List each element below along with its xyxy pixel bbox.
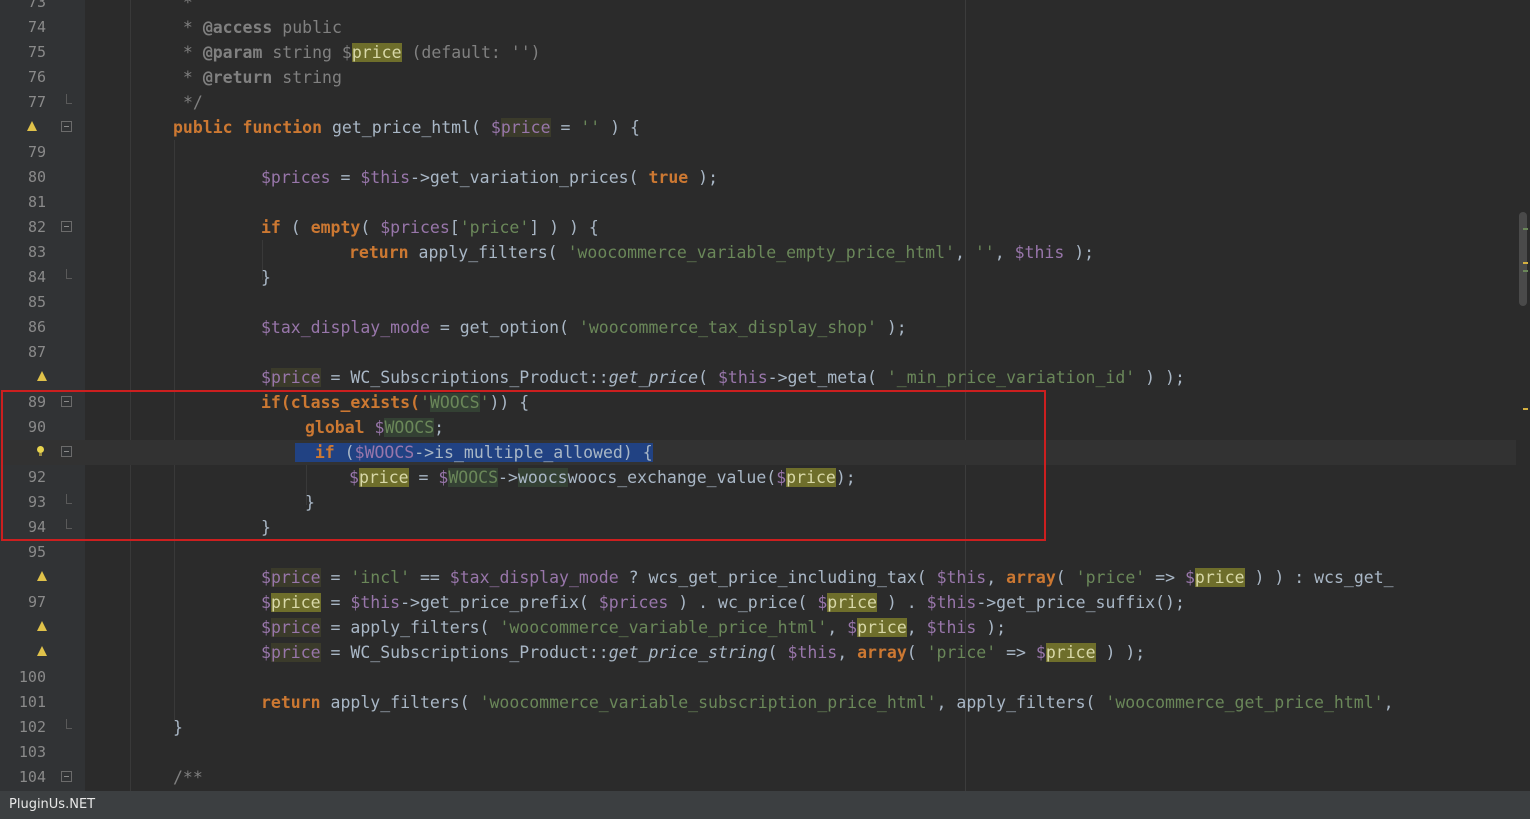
warning-icon[interactable] <box>27 121 37 131</box>
code-line[interactable]: 104 /** <box>0 765 1530 790</box>
line-number: 102 <box>18 718 46 736</box>
code-line[interactable]: 100 <box>0 665 1530 690</box>
line-number: 79 <box>27 143 46 161</box>
line-number: 104 <box>18 768 46 786</box>
error-stripe-marker[interactable] <box>1523 228 1528 230</box>
warning-icon[interactable] <box>37 371 47 381</box>
line-number: 82 <box>27 218 46 236</box>
code-line[interactable]: 76 * @return string <box>0 65 1530 90</box>
line-number: 86 <box>27 318 46 336</box>
fold-toggle-icon[interactable] <box>61 221 72 232</box>
line-number: 73 <box>27 0 46 11</box>
error-stripe-marker[interactable] <box>1523 270 1528 272</box>
code-line[interactable]: 83 return apply_filters( 'woocommerce_va… <box>0 240 1530 265</box>
line-number: 83 <box>27 243 46 261</box>
line-number: 84 <box>27 268 46 286</box>
code-line[interactable]: 86 $tax_display_mode = get_option( 'wooc… <box>0 315 1530 340</box>
code-line[interactable]: 101 return apply_filters( 'woocommerce_v… <box>0 690 1530 715</box>
code-line[interactable]: 97 $price = $this->get_price_prefix( $pr… <box>0 590 1530 615</box>
line-number: 77 <box>27 93 46 111</box>
fold-end-marker[interactable] <box>66 269 72 279</box>
code-editor[interactable]: 73 * 74 * @access public 75 * @param str… <box>0 0 1530 791</box>
code-line[interactable]: 80 $prices = $this->get_variation_prices… <box>0 165 1530 190</box>
line-number: 81 <box>27 193 46 211</box>
fold-end-marker[interactable] <box>66 719 72 729</box>
code-line[interactable]: $price = WC_Subscriptions_Product::get_p… <box>0 640 1530 665</box>
line-number: 80 <box>27 168 46 186</box>
warning-icon[interactable] <box>37 571 47 581</box>
code-line[interactable]: 74 * @access public <box>0 15 1530 40</box>
code-line[interactable]: 103 <box>0 740 1530 765</box>
line-number: 100 <box>18 668 46 686</box>
warning-icon[interactable] <box>37 621 47 631</box>
code-line[interactable]: 75 * @param string $price (default: '') <box>0 40 1530 65</box>
scrollbar-thumb[interactable] <box>1519 212 1527 306</box>
code-line[interactable]: 85 <box>0 290 1530 315</box>
line-number: 101 <box>18 693 46 711</box>
line-number: 97 <box>27 593 46 611</box>
error-stripe-marker[interactable] <box>1523 262 1528 264</box>
line-number: 103 <box>18 743 46 761</box>
line-number: 74 <box>27 18 46 36</box>
code-line[interactable]: $price = 'incl' == $tax_display_mode ? w… <box>0 565 1530 590</box>
line-number: 76 <box>27 68 46 86</box>
line-number: 85 <box>27 293 46 311</box>
fold-toggle-icon[interactable] <box>61 771 72 782</box>
watermark-bar: PluginUs.NET <box>0 791 1530 819</box>
code-line[interactable]: 102 } <box>0 715 1530 740</box>
code-line[interactable]: 84 } <box>0 265 1530 290</box>
error-stripe-marker[interactable] <box>1523 408 1528 410</box>
vertical-scrollbar[interactable] <box>1516 0 1530 791</box>
fold-toggle-icon[interactable] <box>61 121 72 132</box>
highlight-annotation-box <box>1 390 1046 541</box>
code-line[interactable]: 87 <box>0 340 1530 365</box>
line-number: 87 <box>27 343 46 361</box>
code-line[interactable]: 81 <box>0 190 1530 215</box>
line-number: 75 <box>27 43 46 61</box>
code-line[interactable]: 95 <box>0 540 1530 565</box>
code-line[interactable]: 77 */ <box>0 90 1530 115</box>
code-line[interactable]: public function get_price_html( $price =… <box>0 115 1530 140</box>
fold-end-marker[interactable] <box>66 94 72 104</box>
code-line[interactable]: $price = WC_Subscriptions_Product::get_p… <box>0 365 1530 390</box>
code-line[interactable]: $price = apply_filters( 'woocommerce_var… <box>0 615 1530 640</box>
code-line[interactable]: 73 * <box>0 0 1530 15</box>
watermark-label: PluginUs.NET <box>9 797 96 812</box>
line-number: 95 <box>27 543 46 561</box>
code-line[interactable]: 79 <box>0 140 1530 165</box>
warning-icon[interactable] <box>37 646 47 656</box>
code-line[interactable]: 82 if ( empty( $prices['price'] ) ) { <box>0 215 1530 240</box>
